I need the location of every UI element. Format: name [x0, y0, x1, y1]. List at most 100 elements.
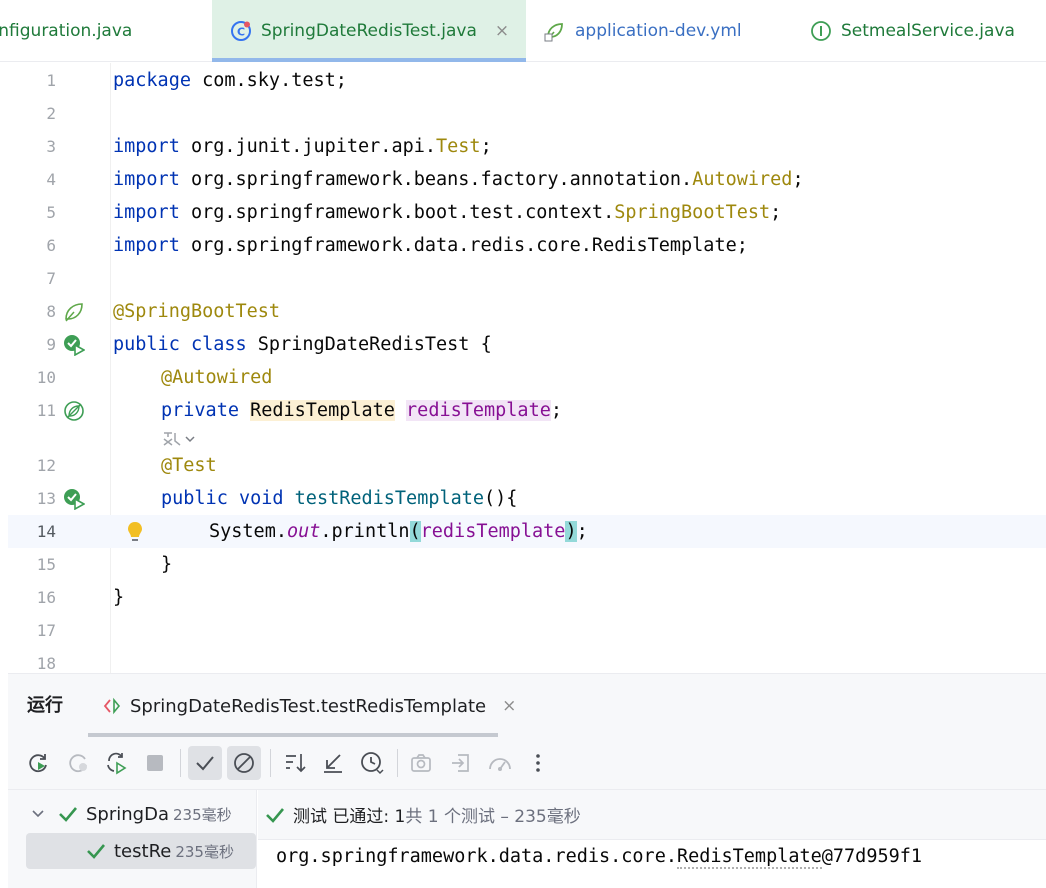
ignored-icon	[234, 753, 254, 773]
show-passed-toggle[interactable]	[188, 746, 222, 780]
console-output-pane[interactable]: 测试 已通过: 1 共 1 个测试 – 235毫秒 org.springfram…	[258, 790, 1046, 888]
collapse-button[interactable]	[316, 746, 350, 780]
coverage-button[interactable]	[483, 746, 517, 780]
line-code: import org.springframework.beans.factory…	[113, 169, 804, 190]
run-tab-label: SpringDateRedisTest.testRedisTemplate	[130, 695, 487, 717]
run-test-icon[interactable]	[63, 334, 86, 357]
toggle-auto-test-button[interactable]	[100, 746, 134, 780]
tab-label: SpringDateRedisTest.java	[261, 21, 477, 41]
tree-item-name: SpringDa	[86, 803, 169, 825]
passed-check-icon	[87, 844, 105, 859]
tree-item-time: 235毫秒	[172, 805, 232, 824]
auto-rerun-icon	[107, 752, 127, 775]
line-number: 2	[46, 104, 56, 123]
line-number: 17	[36, 621, 56, 640]
test-status-bar: 测试 已通过: 1 共 1 个测试 – 235毫秒	[258, 790, 1046, 840]
tab-label: application-dev.yml	[575, 21, 742, 41]
line-code: private RedisTemplate redisTemplate;	[161, 400, 562, 421]
line-code: @Test	[161, 455, 217, 476]
test-run-icon	[102, 696, 122, 716]
line-code: import org.junit.jupiter.api.Test;	[113, 136, 492, 157]
svg-text:C: C	[237, 26, 245, 39]
lightbulb-icon[interactable]	[125, 520, 145, 548]
code-line: 11 private RedisTemplate redisTemplate;	[8, 394, 1046, 427]
line-code: package com.sky.test;	[113, 70, 347, 91]
line-number: 6	[46, 236, 56, 255]
tab-spring-date-redis-test[interactable]: C SpringDateRedisTest.java ×	[212, 0, 526, 62]
code-line: 7	[8, 262, 1046, 295]
status-label: 测试 已通过: 1	[293, 807, 406, 827]
tree-item-time: 235毫秒	[175, 842, 234, 861]
autowired-bean-icon[interactable]	[63, 400, 85, 422]
tab-configuration[interactable]: Configuration.java	[0, 0, 212, 62]
export-button[interactable]	[444, 746, 478, 780]
spring-bean-icon[interactable]	[63, 301, 85, 323]
test-results-tree: SpringDa 235毫秒 testRe 235毫秒	[8, 790, 257, 888]
tab-label: Configuration.java	[0, 21, 133, 41]
line-code: }	[113, 587, 125, 608]
line-number: 5	[46, 203, 56, 222]
line-number: 3	[46, 137, 56, 156]
gauge-icon	[489, 758, 511, 771]
editor-tab-bar: Configuration.java C SpringDateRedisTest…	[0, 0, 1046, 62]
console-line: org.springframework.data.redis.core.Redi…	[276, 846, 923, 869]
passed-check-icon	[266, 807, 284, 823]
toolbar-separator	[397, 749, 398, 777]
line-number: 9	[46, 335, 56, 354]
run-config-tab[interactable]: SpringDateRedisTest.testRedisTemplate ×	[88, 674, 524, 738]
code-line: 4 import org.springframework.beans.facto…	[8, 163, 1046, 196]
camera-icon	[411, 754, 431, 772]
code-line: 18	[8, 647, 1046, 673]
close-icon[interactable]: ×	[502, 696, 516, 716]
line-code: @SpringBootTest	[113, 301, 281, 322]
tab-setmeal-service[interactable]: SetmealService.java	[810, 0, 1046, 62]
spring-yaml-icon	[544, 20, 566, 42]
code-line-current: 14 System.out.println(redisTemplate);	[8, 515, 1046, 548]
line-number: 14	[36, 522, 56, 541]
tab-application-dev-yml[interactable]: application-dev.yml	[544, 0, 794, 62]
rerun-button[interactable]	[22, 746, 56, 780]
line-number: 4	[46, 170, 56, 189]
line-number: 16	[36, 588, 56, 607]
screenshot-button[interactable]	[404, 746, 438, 780]
code-line: 6 import org.springframework.data.redis.…	[8, 229, 1046, 262]
line-number: 1	[46, 71, 56, 90]
code-line: 10 @Autowired	[8, 361, 1046, 394]
line-code: System.out.println(redisTemplate);	[209, 521, 588, 542]
line-number: 11	[36, 401, 56, 420]
line-code: @Autowired	[161, 367, 273, 388]
collapse-icon	[324, 754, 342, 773]
line-number: 18	[36, 654, 56, 673]
code-editor[interactable]: 1 package com.sky.test; 2 3 import org.j…	[8, 63, 1046, 673]
history-icon	[361, 752, 384, 775]
more-options-button[interactable]	[521, 746, 555, 780]
chevron-down-icon	[32, 810, 44, 818]
close-icon[interactable]: ×	[495, 21, 509, 41]
line-code: public void testRedisTemplate(){	[161, 488, 518, 509]
stop-button[interactable]	[138, 746, 172, 780]
code-line: 13 public void testRedisTemplate(){	[8, 482, 1046, 515]
code-line: 8 @SpringBootTest	[8, 295, 1046, 328]
rerun-icon	[29, 754, 47, 773]
toolbar-separator	[180, 749, 181, 777]
active-tab-underline	[212, 58, 526, 62]
code-line: 15 }	[8, 548, 1046, 581]
rerun-failed-button[interactable]	[62, 746, 96, 780]
history-button[interactable]	[355, 746, 389, 780]
run-test-icon[interactable]	[63, 488, 86, 511]
code-line: 1 package com.sky.test;	[8, 64, 1046, 97]
code-line: 2	[8, 97, 1046, 130]
sort-button[interactable]	[278, 746, 312, 780]
toolbar-separator	[270, 749, 271, 777]
tree-item-class[interactable]: SpringDa 235毫秒	[8, 796, 257, 832]
more-vertical-icon	[536, 754, 540, 772]
code-line: 5 import org.springframework.boot.test.c…	[8, 196, 1046, 229]
passed-check-icon	[59, 807, 77, 822]
show-ignored-toggle[interactable]	[227, 746, 261, 780]
tree-item-name: testRe	[114, 840, 172, 862]
code-line: 9 public class SpringDateRedisTest {	[8, 328, 1046, 361]
tree-item-method[interactable]: testRe 235毫秒	[26, 833, 256, 869]
line-number: 15	[36, 555, 56, 574]
line-code: public class SpringDateRedisTest {	[113, 334, 492, 355]
export-icon	[452, 754, 469, 772]
